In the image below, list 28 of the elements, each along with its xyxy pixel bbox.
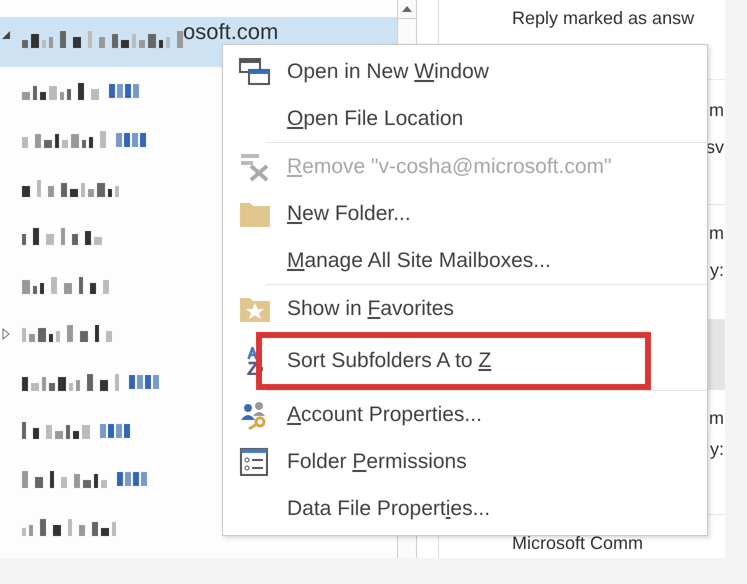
account-name: osoft.com (183, 21, 278, 43)
pixelated-count (129, 375, 159, 390)
message-text: y: (710, 439, 724, 460)
message-text: m (709, 408, 724, 429)
pixelated-text (22, 422, 90, 440)
pixelated-count (100, 424, 130, 438)
message-text: y: (710, 260, 724, 281)
sort-az-icon (247, 347, 263, 375)
message-text: m (709, 223, 724, 244)
message-text: Microsoft Comm (512, 533, 644, 554)
message-text: m (709, 100, 724, 121)
pixelated-count (117, 472, 147, 486)
menu-item[interactable]: Open File Location (223, 95, 707, 142)
windows-icon (239, 56, 271, 86)
pixelated-count (109, 84, 139, 98)
menu-item[interactable]: New Folder... (223, 190, 707, 237)
menu-item[interactable]: Account Properties... (223, 391, 707, 438)
message-text: Reply marked as answ (512, 8, 696, 29)
menu-item[interactable]: Manage All Site Mailboxes... (223, 237, 707, 284)
menu-item[interactable]: Data File Properties... (223, 485, 707, 532)
expand-arrow-icon[interactable] (2, 328, 10, 340)
pixelated-count (116, 132, 146, 147)
menu-item[interactable]: Show in Favorites (223, 285, 707, 332)
properties-icon (239, 446, 271, 476)
collapse-arrow-icon[interactable] (2, 31, 10, 39)
remove-icon (239, 152, 271, 182)
menu-item[interactable]: Sort Subfolders A to Z (223, 332, 707, 390)
menu-item[interactable]: Folder Permissions (223, 438, 707, 485)
